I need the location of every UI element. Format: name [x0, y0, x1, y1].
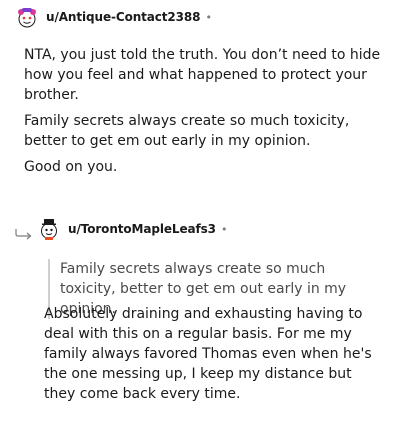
comment-paragraph: Good on you.: [24, 159, 118, 175]
comment-meta: u/Antique-Contact2388 •: [16, 6, 212, 28]
reply-thread-arrow-icon: [14, 225, 36, 240]
comment-paragraph: Absolutely draining and exhausting havin…: [44, 306, 372, 402]
separator-dot: •: [220, 222, 228, 236]
username-link[interactable]: u/TorontoMapleLeafs3: [68, 222, 216, 236]
comment-paragraph: NTA, you just told the truth. You don’t …: [24, 47, 381, 103]
username-link[interactable]: u/Antique-Contact2388: [46, 10, 201, 24]
snoo-avatar-icon[interactable]: [16, 6, 38, 28]
comment-meta: u/TorontoMapleLeafs3 •: [38, 218, 227, 240]
snoo-avatar-icon[interactable]: [38, 218, 60, 240]
separator-dot: •: [205, 10, 212, 24]
comment-body: Absolutely draining and exhausting havin…: [44, 304, 384, 410]
comment-body: NTA, you just told the truth. You don’t …: [24, 45, 386, 183]
comment-paragraph: Family secrets always create so much tox…: [24, 113, 350, 149]
